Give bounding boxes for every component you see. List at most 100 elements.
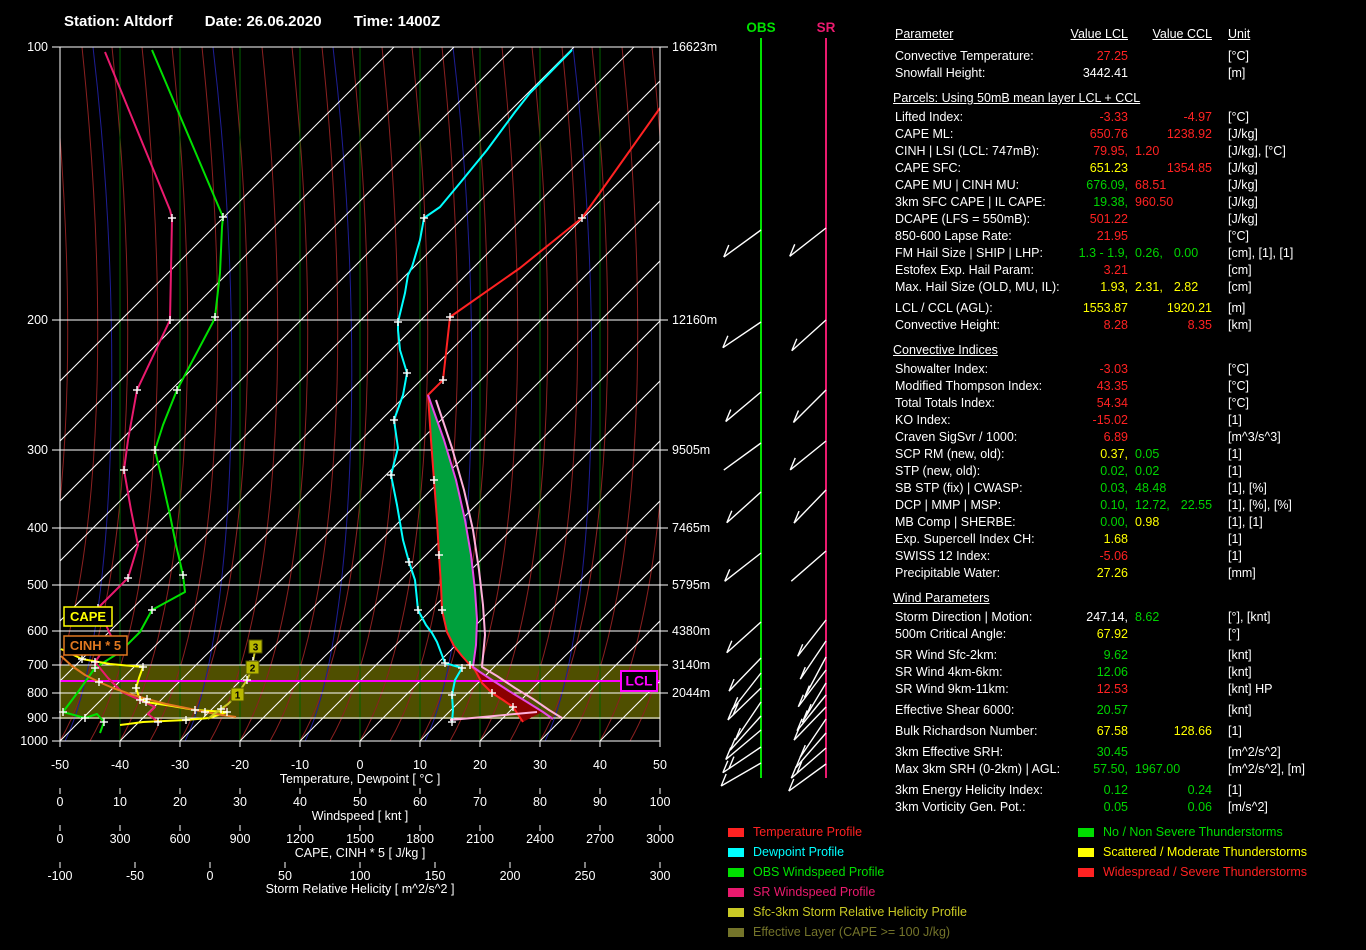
parameter-label: SR Wind Sfc-2km: [895, 648, 998, 662]
parameter-row: 3km Vorticity Gen. Pot.: 0.05 0.06 [m/s^2] [893, 800, 1366, 817]
parameter-row: SB STP (fix) | CWASP: 0.03, 48.48 [1], [%] [893, 481, 1366, 498]
value-lcl: 0.37, [1100, 447, 1128, 461]
unit-label: [cm] [1228, 263, 1252, 277]
value-extra: 8.62 [1135, 610, 1170, 624]
unit-label: [J/kg] [1228, 178, 1258, 192]
wind-barb [732, 672, 762, 710]
pressure-tick-label: 200 [27, 313, 48, 327]
moist-adiabat-line [0, 47, 8, 741]
pressure-tick-label: 700 [27, 658, 48, 672]
parameter-label: Lifted Index: [895, 110, 964, 124]
profiles-legend-item: OBS Windspeed Profile [728, 862, 967, 882]
value-lcl: 3.21 [1103, 263, 1128, 277]
unit-label: [1] [1228, 724, 1242, 738]
unit-label: [m^2/s^2], [m] [1228, 762, 1306, 776]
pressure-tick-label: 100 [27, 40, 48, 54]
pressure-tick-label: 400 [27, 521, 48, 535]
legend-swatch-icon [1078, 847, 1094, 857]
value-extra-item: 48.48 [1135, 481, 1167, 495]
temperature-axis-tick-label: 10 [413, 758, 427, 772]
height-tick-label: 12160m [672, 313, 717, 327]
parameter-label: DCAPE (LFS = 550mB): [895, 212, 1031, 226]
unit-label: [1], [1] [1228, 515, 1263, 529]
profiles-legend-item: Effective Layer (CAPE >= 100 J/kg) [728, 922, 967, 942]
unit-label: [km] [1228, 318, 1252, 332]
parameter-label: Max 3km SRH (0-2km) | AGL: [895, 762, 1061, 776]
moist-adiabat-line [149, 47, 219, 741]
value-lcl: 0.10, [1100, 498, 1128, 512]
moist-adiabat-line [359, 47, 429, 741]
legend-label: Effective Layer (CAPE >= 100 J/kg) [753, 925, 951, 939]
wind-barb [722, 321, 762, 349]
parameter-row: CAPE ML: 650.76 1238.92 [J/kg] [893, 127, 1366, 144]
parameter-row: SR Wind Sfc-2km: 9.62 [knt] [893, 648, 1366, 665]
value-lcl: 651.23 [1089, 161, 1128, 175]
value-ccl: 0.24 [1187, 783, 1212, 797]
srh-axis-tick-label: 300 [650, 869, 671, 883]
severity-legend-item: No / Non Severe Thunderstorms [1078, 822, 1307, 842]
legend-swatch-icon [728, 907, 744, 917]
parameter-row: 850-600 Lapse Rate: 21.95 [°C] [893, 229, 1366, 246]
value-ccl: 128.66 [1173, 724, 1212, 738]
value-ccl: 1238.92 [1166, 127, 1212, 141]
parameter-label: Modified Thompson Index: [895, 379, 1043, 393]
value-extra: 0.05 [1135, 447, 1170, 461]
legend-label: No / Non Severe Thunderstorms [1103, 825, 1283, 839]
parameter-label: KO Index: [895, 413, 951, 427]
severity-legend-item: Widespread / Severe Thunderstorms [1078, 862, 1307, 882]
wind-barb [801, 682, 827, 723]
value-lcl: 1.68 [1103, 532, 1128, 546]
windspeed-axis-tick-label: 0 [57, 795, 64, 809]
pressure-tick-label: 800 [27, 686, 48, 700]
parameter-row: Snowfall Height: 3442.41 [m] [893, 66, 1366, 83]
sr-wind-column: SR [788, 20, 836, 792]
profiles-legend-item: Dewpoint Profile [728, 842, 967, 862]
value-lcl: 1.93, [1100, 280, 1128, 294]
isotherm-line [299, 380, 660, 741]
srh-axis-tick-label: 200 [500, 869, 521, 883]
parameter-label: Storm Direction | Motion: [895, 610, 1033, 624]
height-tick-label: 2044m [672, 686, 710, 700]
wind-barb [724, 552, 762, 582]
unit-label: [knt] [1228, 703, 1252, 717]
unit-label: [m^2/s^2] [1228, 745, 1281, 759]
cape-label: CAPE [70, 609, 106, 624]
moist-adiabat-line [479, 47, 549, 741]
parameter-table-header: Parameter Value LCL Value CCL Unit [893, 27, 1366, 44]
parameter-label: Exp. Supercell Index CH: [895, 532, 1035, 546]
moist-adiabat-line [239, 47, 309, 741]
parameter-row: DCAPE (LFS = 550mB): 501.22 [J/kg] [893, 212, 1366, 229]
value-extra-item: 12.72, [1135, 498, 1170, 512]
value-lcl: 8.28 [1103, 318, 1128, 332]
parameter-row: Craven SigSvr / 1000: 6.89 [m^3/s^3] [893, 430, 1366, 447]
unit-label: [m/s^2] [1228, 800, 1268, 814]
parameter-row: LCL / CCL (AGL): 1553.87 1920.21 [m] [893, 301, 1366, 318]
unit-label: [°C] [1228, 110, 1249, 124]
value-lcl: 0.02, [1100, 464, 1128, 478]
legend-swatch-icon [728, 887, 744, 897]
profiles-legend-item: SR Windspeed Profile [728, 882, 967, 902]
parameter-row: Max 3km SRH (0-2km) | AGL: 57.50, 1967.00 [… [893, 762, 1366, 779]
value-lcl: -15.02 [1092, 413, 1128, 427]
unit-label: [1], [%], [%] [1228, 498, 1292, 512]
parameter-label: Max. Hail Size (OLD, MU, IL): [895, 280, 1060, 294]
wind-barb [727, 687, 762, 721]
windspeed-axis-axis-title: Windspeed [ knt ] [312, 809, 409, 823]
section-title-text: Parcels: Using 50mB mean layer LCL + CCL [893, 91, 1141, 105]
value-extra-item: 0.26, [1135, 246, 1163, 260]
wind-barb [726, 621, 762, 654]
parameter-label: Snowfall Height: [895, 66, 986, 80]
temperature-axis-tick-label: 0 [357, 758, 364, 772]
parameter-label: SR Wind 9km-11km: [895, 682, 1009, 696]
wind-barb [789, 227, 827, 257]
parameter-label: LCL / CCL (AGL): [895, 301, 993, 315]
cape-axis-tick-label: 300 [110, 832, 131, 846]
cape-axis-tick-label: 600 [170, 832, 191, 846]
value-lcl: 27.25 [1096, 49, 1128, 63]
header-value-lcl: Value LCL [1070, 27, 1128, 41]
value-extra: 48.48 [1135, 481, 1177, 495]
parameter-row: CAPE SFC: 651.23 1354.85 [J/kg] [893, 161, 1366, 178]
value-lcl: 0.05 [1103, 800, 1128, 814]
value-lcl: 54.34 [1096, 396, 1128, 410]
unit-label: [°], [knt] [1228, 610, 1271, 624]
